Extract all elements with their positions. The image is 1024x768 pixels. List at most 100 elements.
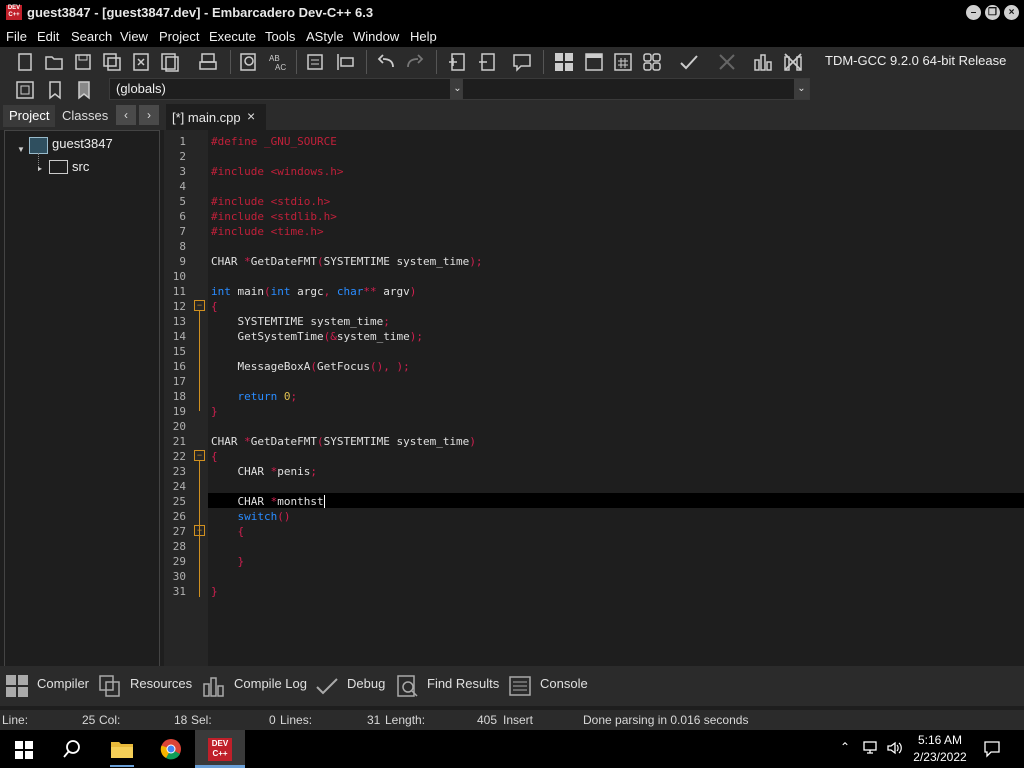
status-col-label: Col:	[99, 713, 121, 727]
code-line: #include <stdio.h>	[211, 195, 331, 208]
devcpp-taskbar-button[interactable]: DEV C++	[195, 730, 245, 768]
code-line: SYSTEMTIME system_time;	[211, 315, 390, 328]
goto-bookmark-icon[interactable]	[73, 79, 95, 101]
print-icon[interactable]	[197, 51, 219, 73]
compiler-grid-icon	[5, 674, 29, 698]
compile-run-icon[interactable]	[612, 51, 634, 73]
status-insert-mode: Insert	[503, 713, 534, 727]
line-number: 22	[172, 450, 186, 463]
compile-icon[interactable]	[553, 51, 575, 73]
replace-icon[interactable]: AB AC	[267, 51, 289, 73]
tab-debug[interactable]: Debug	[347, 676, 385, 691]
line-number: 3	[179, 165, 186, 178]
tab-compile-log[interactable]: Compile Log	[234, 676, 307, 691]
tab-resources[interactable]: Resources	[130, 676, 192, 691]
menu-help[interactable]: Help	[410, 29, 437, 44]
status-length-label: Length:	[385, 713, 426, 727]
open-folder-icon[interactable]	[43, 51, 65, 73]
menu-project[interactable]: Project	[159, 29, 199, 44]
new-file-icon[interactable]	[14, 51, 36, 73]
status-lines-label: Lines:	[280, 713, 313, 727]
code-line: }	[211, 405, 218, 418]
rebuild-all-icon[interactable]	[641, 51, 663, 73]
line-number: 12	[172, 300, 186, 313]
code-line: GetSystemTime(&system_time);	[211, 330, 423, 343]
scope-select[interactable]: (globals) ⌄	[109, 78, 466, 100]
tab-compiler[interactable]: Compiler	[37, 676, 89, 691]
tab-console[interactable]: Console	[540, 676, 588, 691]
compiler-select[interactable]: TDM-GCC 9.2.0 64-bit Release	[817, 50, 1024, 72]
svg-text:AC: AC	[275, 63, 286, 72]
network-icon[interactable]	[862, 740, 880, 756]
tree-expand-icon[interactable]: ▸	[38, 164, 42, 173]
chevron-left-icon[interactable]: ‹	[116, 105, 136, 125]
code-line: switch()	[237, 510, 291, 523]
save-all-icon[interactable]	[101, 51, 123, 73]
menu-astyle[interactable]: AStyle	[306, 29, 344, 44]
menu-tools[interactable]: Tools	[265, 29, 295, 44]
debug-check-icon	[315, 674, 339, 698]
windows-start-icon[interactable]	[15, 741, 33, 759]
add-to-project-icon[interactable]	[446, 51, 468, 73]
line-number: 4	[179, 180, 186, 193]
fold-toggle-icon[interactable]: −	[194, 525, 205, 536]
chevron-down-icon: ⌄	[794, 79, 809, 99]
notification-icon[interactable]	[983, 740, 1001, 758]
minimize-button[interactable]: –	[966, 5, 981, 20]
save-icon[interactable]	[72, 51, 94, 73]
syntax-check-icon[interactable]	[678, 51, 700, 73]
search-icon[interactable]	[62, 739, 82, 759]
run-icon[interactable]	[583, 51, 605, 73]
unindent-icon[interactable]	[334, 51, 356, 73]
menu-search[interactable]: Search	[71, 29, 112, 44]
tree-item-src[interactable]: src	[72, 159, 89, 174]
redo-icon[interactable]	[404, 51, 426, 73]
profile-icon[interactable]	[752, 51, 774, 73]
remove-from-project-icon[interactable]	[476, 51, 498, 73]
close-all-icon[interactable]	[159, 51, 181, 73]
stop-execution-icon[interactable]	[716, 51, 738, 73]
scope-select-value: (globals)	[116, 81, 166, 96]
close-icon[interactable]: ×	[247, 108, 255, 124]
code-line: #include <windows.h>	[211, 165, 344, 178]
tab-project[interactable]: Project	[3, 105, 56, 127]
editor-tab-main-cpp[interactable]: [*] main.cpp ×	[166, 104, 266, 130]
menu-file[interactable]: File	[6, 29, 27, 44]
devcpp-app-icon: DEV C++	[6, 5, 22, 20]
fold-toggle-icon[interactable]: −	[194, 450, 205, 461]
find-icon[interactable]	[238, 51, 260, 73]
status-sel-value: 0	[269, 713, 276, 727]
chevron-up-icon[interactable]: ⌃	[840, 740, 850, 754]
title-bar: DEV C++ guest3847 - [guest3847.dev] - Em…	[0, 0, 1024, 25]
delete-profile-icon[interactable]	[782, 51, 804, 73]
code-line: CHAR *GetDateFMT(SYSTEMTIME system_time)…	[211, 255, 483, 268]
toggle-bookmark-icon[interactable]	[44, 79, 66, 101]
menu-execute[interactable]: Execute	[209, 29, 256, 44]
function-select[interactable]: ⌄	[462, 78, 810, 100]
menu-edit[interactable]: Edit	[37, 29, 59, 44]
menu-view[interactable]: View	[120, 29, 148, 44]
goto-declaration-icon[interactable]	[14, 79, 36, 101]
close-file-icon[interactable]	[130, 51, 152, 73]
chevron-right-icon[interactable]: ›	[139, 105, 159, 125]
tree-root-guest3847[interactable]: guest3847	[52, 136, 113, 151]
close-button[interactable]: ×	[1004, 5, 1019, 20]
undo-icon[interactable]	[375, 51, 397, 73]
chrome-icon[interactable]	[160, 738, 182, 760]
project-options-icon[interactable]	[511, 51, 533, 73]
tab-classes[interactable]: Classes	[56, 105, 114, 127]
line-number: 2	[179, 150, 186, 163]
line-number: 25	[172, 495, 186, 508]
menu-window[interactable]: Window	[353, 29, 399, 44]
tab-find-results[interactable]: Find Results	[427, 676, 499, 691]
volume-icon[interactable]	[886, 740, 904, 756]
line-number: 26	[172, 510, 186, 523]
line-number: 19	[172, 405, 186, 418]
taskbar-clock[interactable]: 5:16 AM 2/23/2022	[912, 732, 968, 766]
tree-collapse-icon[interactable]: ▼	[17, 145, 25, 154]
fold-toggle-icon[interactable]: −	[194, 300, 205, 311]
file-explorer-icon[interactable]	[110, 739, 134, 759]
menu-bar: File Edit Search View Project Execute To…	[0, 25, 1024, 47]
restore-button[interactable]: ❐	[985, 5, 1000, 20]
indent-icon[interactable]	[304, 51, 326, 73]
